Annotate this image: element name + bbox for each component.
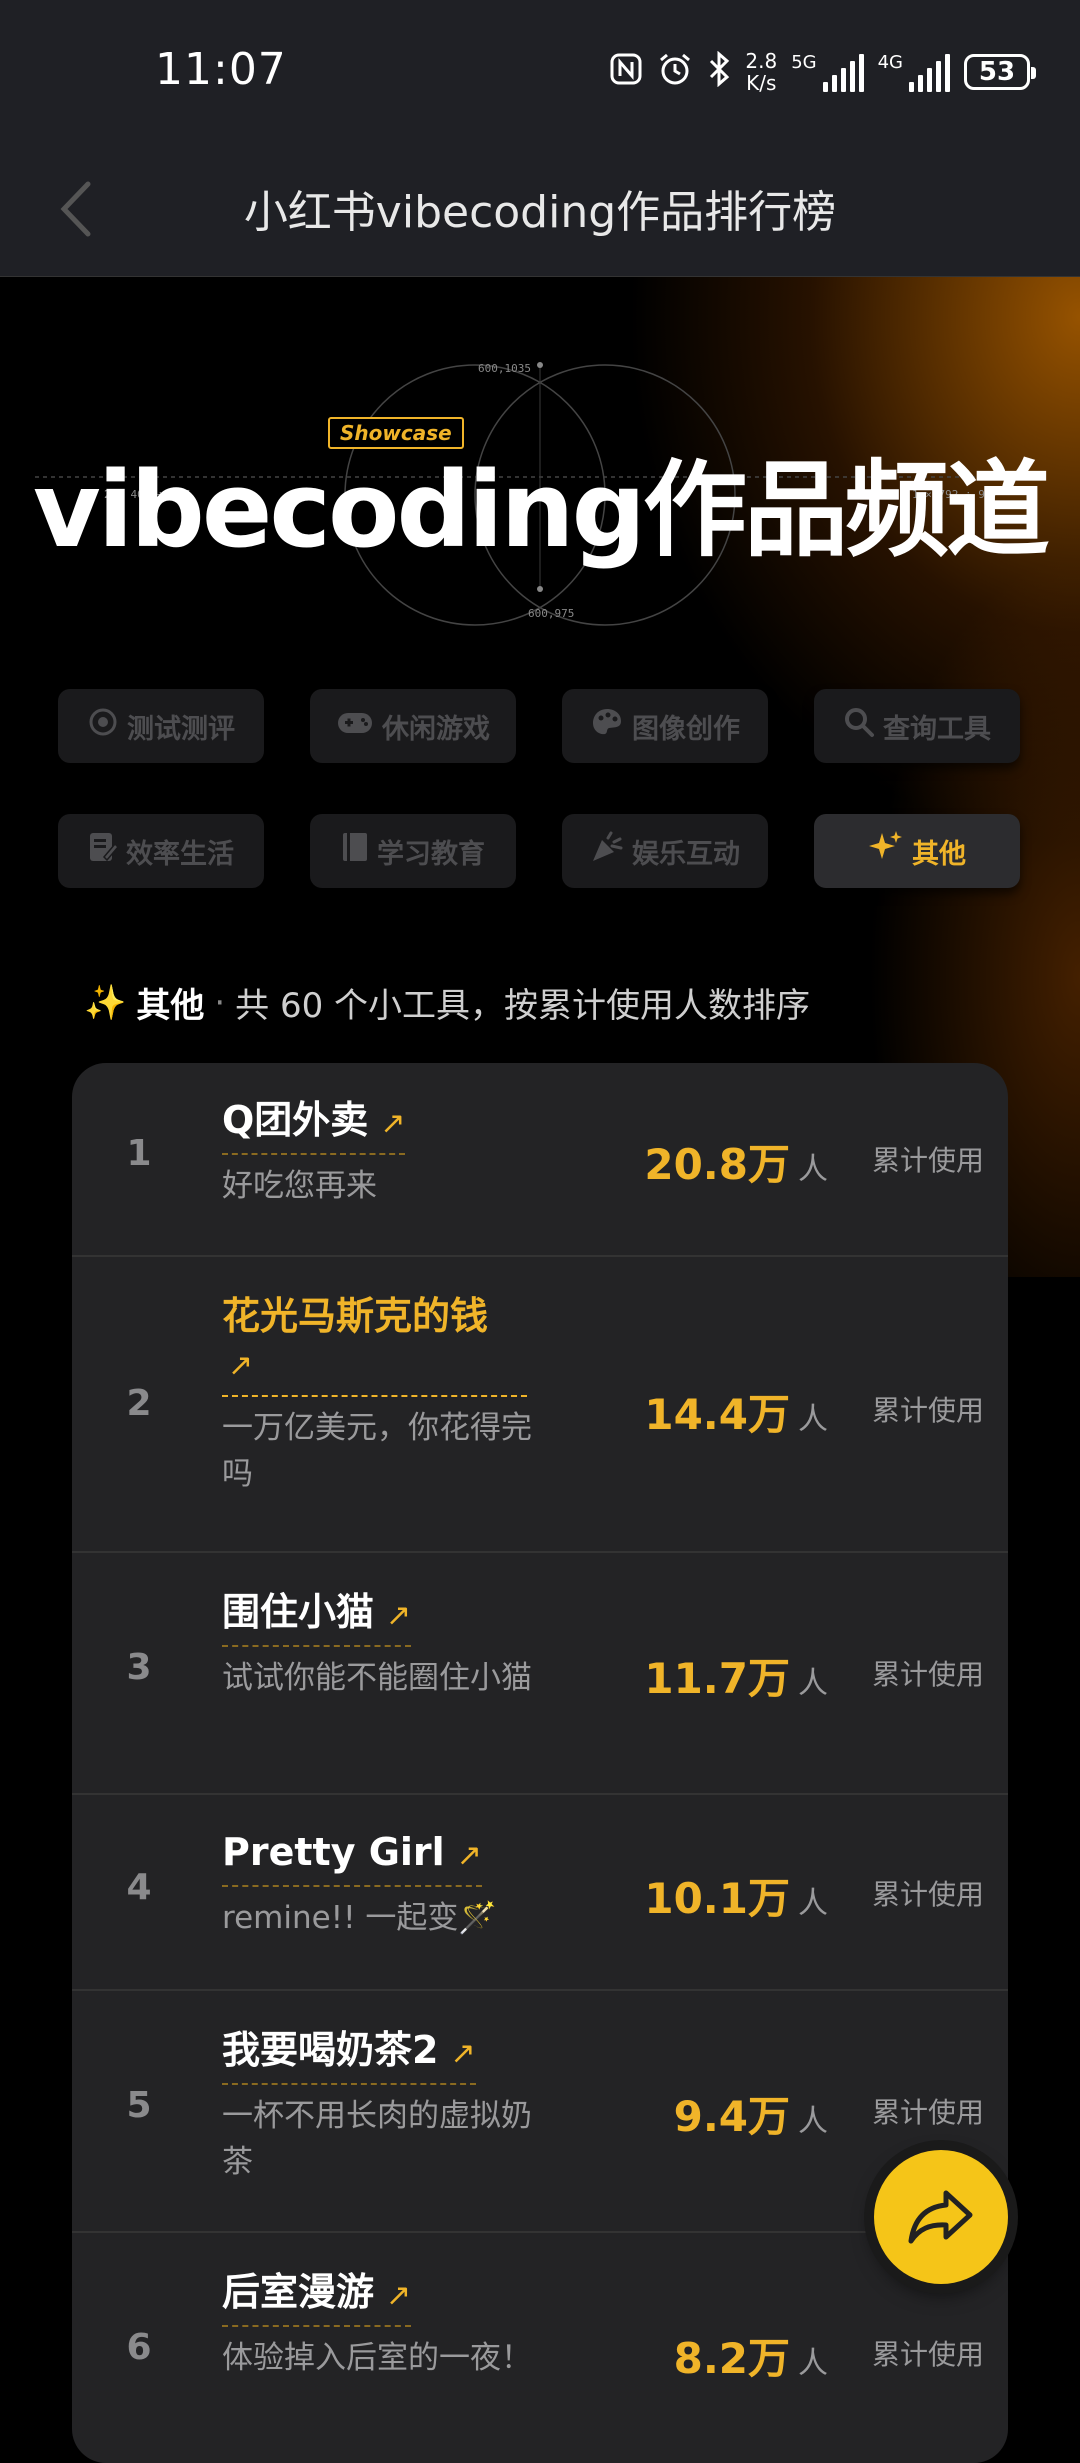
item-description: 好吃您再来 (222, 1168, 377, 1204)
share-button[interactable] (874, 2150, 1008, 2284)
rank-number: 3 (126, 1647, 152, 1688)
arrow-up-right-icon: ↗ (386, 1598, 412, 1633)
category-chip-game[interactable]: 休闲游戏 (310, 689, 516, 763)
list-item[interactable]: 6 后室漫游 ↗ 体验掉入后室的一夜！ 8.2万人 累计使用 (72, 2231, 1008, 2463)
arrow-up-right-icon: ↗ (228, 1348, 254, 1383)
arrow-up-right-icon: ↗ (456, 1838, 482, 1873)
usage-count: 14.4万人 (644, 1390, 828, 1439)
item-info: Pretty Girl ↗ remine!! 一起变🪄 (222, 1829, 532, 1941)
palette-icon (590, 706, 624, 746)
sparkles-icon: ✨ (84, 982, 127, 1023)
list-item[interactable]: 4 Pretty Girl ↗ remine!! 一起变🪄 10.1万人 累计使用 (72, 1793, 1008, 1991)
rank-number: 4 (126, 1867, 152, 1908)
usage-label: 累计使用 (871, 1394, 984, 1427)
rank-number: 2 (126, 1383, 152, 1424)
rank-number: 6 (126, 2327, 152, 2368)
item-description: 体验掉入后室的一夜！ (222, 2340, 532, 2376)
alarm-icon (657, 51, 693, 93)
bluetooth-icon (707, 50, 731, 93)
party-popper-icon (590, 830, 624, 872)
item-link[interactable]: Q团外卖 ↗ (222, 1097, 406, 1155)
category-chip-query[interactable]: 查询工具 (814, 689, 1020, 763)
item-info: 花光马斯克的钱 ↗ 一万亿美元，你花得完吗 (222, 1293, 532, 1497)
filter-summary: ✨ 其他 · 共 60 个小工具，按累计使用人数排序 (84, 978, 810, 1027)
edit-doc-icon (88, 831, 120, 871)
list-item[interactable]: 2 花光马斯克的钱 ↗ 一万亿美元，你花得完吗 14.4万人 累计使用 (72, 1255, 1008, 1553)
hero-title: vibecoding作品频道 (32, 449, 1050, 571)
item-link[interactable]: 围住小猫 ↗ (222, 1589, 412, 1647)
status-bar: 11:07 2.8 K/s 5G 4G 53 (0, 0, 1080, 140)
item-link[interactable]: 后室漫游 ↗ (222, 2269, 412, 2327)
showcase-badge: Showcase (328, 417, 464, 449)
battery-indicator: 53 (964, 54, 1036, 90)
nav-bar: 小红书vibecoding作品排行榜 (0, 140, 1080, 277)
item-description: 一万亿美元，你花得完吗 (222, 1410, 532, 1492)
category-chip-other[interactable]: 其他 (814, 814, 1020, 888)
usage-label: 累计使用 (871, 2338, 984, 2371)
item-link[interactable]: 我要喝奶茶2 ↗ (222, 2027, 476, 2085)
sparkles-icon (868, 829, 904, 873)
list-item[interactable]: 1 Q团外卖 ↗ 好吃您再来 20.8万人 累计使用 (72, 1063, 1008, 1255)
item-link[interactable]: Pretty Girl ↗ (222, 1829, 482, 1887)
category-chip-education[interactable]: 学习教育 (310, 814, 516, 888)
usage-label: 累计使用 (871, 2096, 984, 2129)
item-info: 后室漫游 ↗ 体验掉入后室的一夜！ (222, 2269, 532, 2381)
rank-number: 1 (126, 1133, 152, 1174)
arrow-up-right-icon: ↗ (386, 2278, 412, 2313)
list-item[interactable]: 5 我要喝奶茶2 ↗ 一杯不用长肉的虚拟奶茶 9.4万人 累计使用 (72, 1989, 1008, 2233)
target-icon (87, 706, 119, 746)
ranking-list: 1 Q团外卖 ↗ 好吃您再来 20.8万人 累计使用 2 花光马斯克的钱 ↗ 一万亿… (72, 1063, 1008, 2463)
page-title: 小红书vibecoding作品排行榜 (243, 187, 837, 238)
item-info: 我要喝奶茶2 ↗ 一杯不用长肉的虚拟奶茶 (222, 2027, 532, 2185)
usage-label: 累计使用 (871, 1144, 984, 1177)
signal-5g-icon: 5G (791, 52, 864, 92)
list-item[interactable]: 3 围住小猫 ↗ 试试你能不能圈住小猫 11.7万人 累计使用 (72, 1551, 1008, 1795)
share-arrow-icon (908, 2190, 973, 2244)
book-icon (341, 831, 369, 871)
category-chip-entertainment[interactable]: 娱乐互动 (562, 814, 768, 888)
usage-count: 8.2万人 (673, 2334, 828, 2383)
category-chip-efficiency[interactable]: 效率生活 (58, 814, 264, 888)
item-description: 试试你能不能圈住小猫 (222, 1660, 532, 1696)
item-info: 围住小猫 ↗ 试试你能不能圈住小猫 (222, 1589, 532, 1701)
usage-label: 累计使用 (871, 1658, 984, 1691)
item-info: Q团外卖 ↗ 好吃您再来 (222, 1097, 532, 1209)
usage-label: 累计使用 (871, 1878, 984, 1911)
usage-count: 11.7万人 (644, 1654, 828, 1703)
status-time: 11:07 (155, 44, 287, 95)
search-icon (843, 706, 875, 746)
category-chip-test[interactable]: 测试测评 (58, 689, 264, 763)
filter-text: 共 60 个小工具，按累计使用人数排序 (235, 986, 811, 1026)
coord-label-top: 600,1035 (478, 362, 531, 375)
category-chip-image[interactable]: 图像创作 (562, 689, 768, 763)
net-speed: 2.8 K/s (745, 49, 778, 95)
signal-4g-icon: 4G (878, 52, 950, 92)
item-description: remine!! 一起变🪄 (222, 1900, 497, 1936)
coord-label-bottom: 600,975 (528, 607, 575, 620)
usage-count: 20.8万人 (644, 1140, 828, 1189)
usage-count: 9.4万人 (673, 2092, 828, 2141)
gamepad-icon (336, 707, 374, 745)
nfc-icon (609, 52, 643, 92)
filter-separator: · (214, 982, 226, 1023)
item-description: 一杯不用长肉的虚拟奶茶 (222, 2098, 532, 2180)
rank-number: 5 (126, 2085, 152, 2126)
status-icons: 2.8 K/s 5G 4G 53 (609, 46, 1036, 98)
filter-category: 其他 (136, 986, 205, 1026)
arrow-up-right-icon: ↗ (450, 2036, 476, 2071)
item-link[interactable]: 花光马斯克的钱 ↗ (222, 1293, 527, 1397)
arrow-up-right-icon: ↗ (380, 1106, 406, 1141)
usage-count: 10.1万人 (644, 1874, 828, 1923)
